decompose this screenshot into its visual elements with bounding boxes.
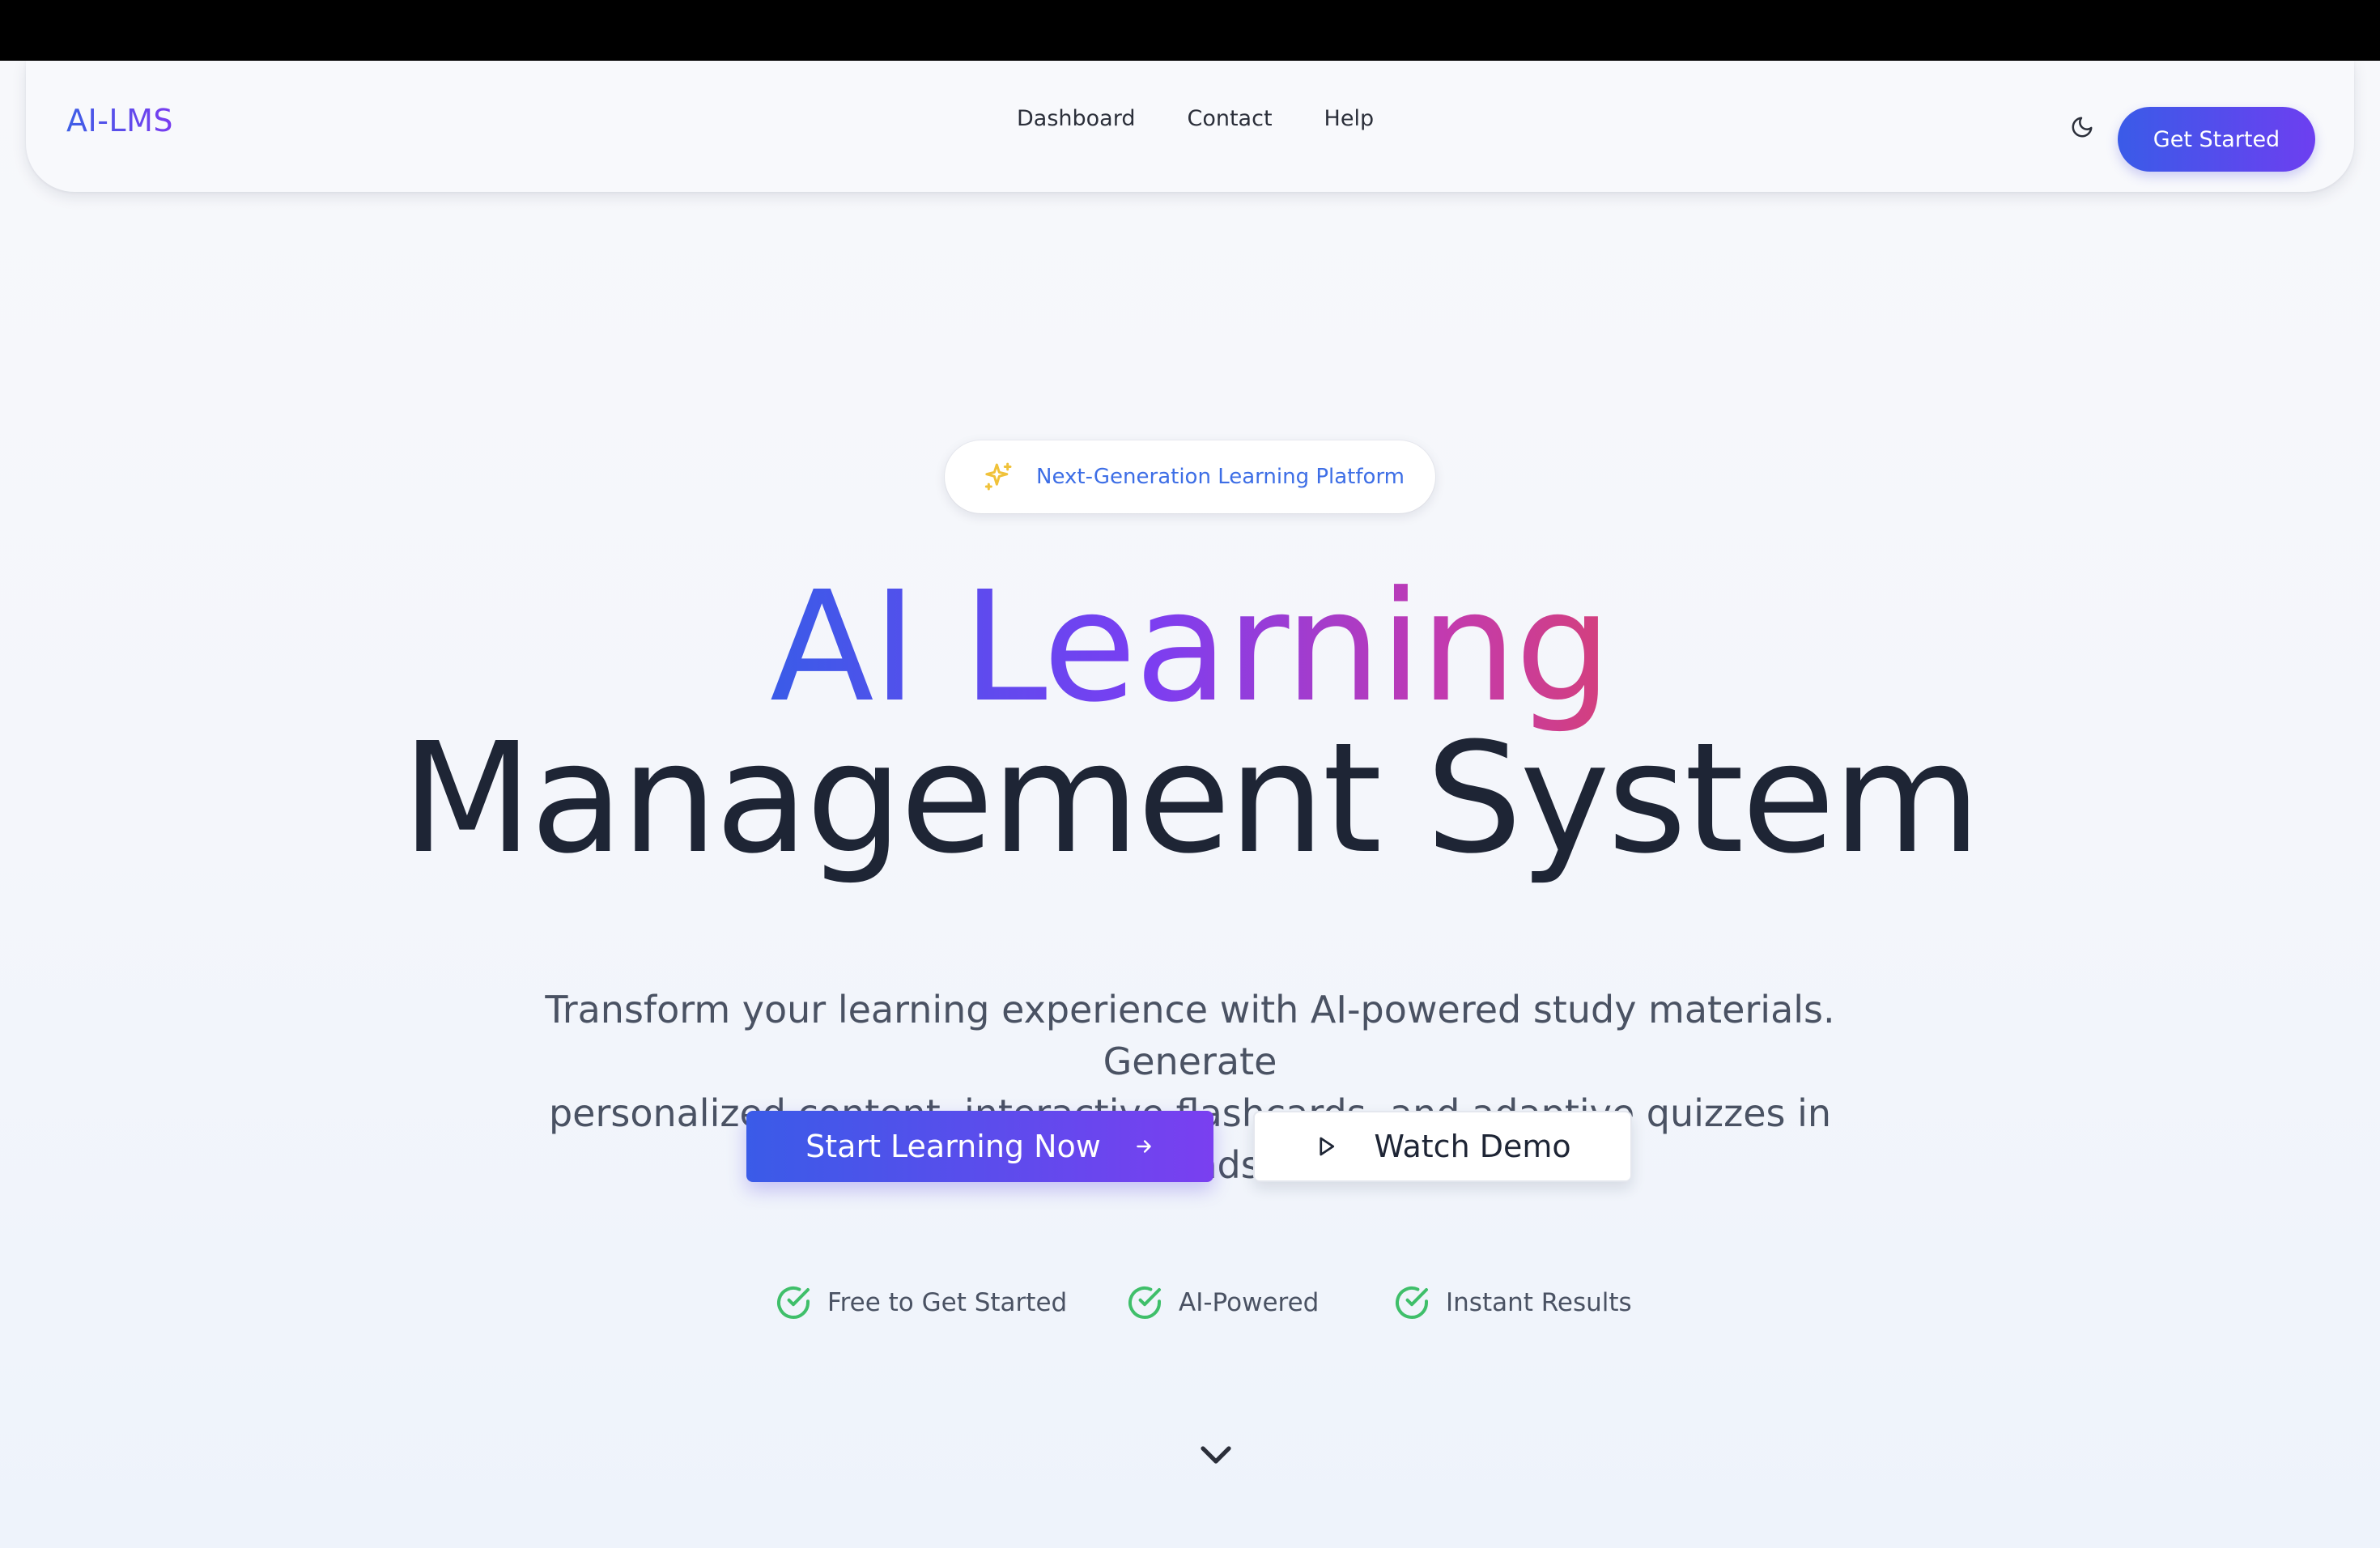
nav-link-dashboard[interactable]: Dashboard xyxy=(1017,106,1135,131)
feature-item-instant-results: Instant Results xyxy=(1392,1283,1632,1322)
nav-links: Dashboard Contact Help xyxy=(1017,106,1374,131)
check-circle-icon xyxy=(1396,1286,1428,1319)
nav-link-contact[interactable]: Contact xyxy=(1187,106,1272,131)
landing-page: AI-LMS Dashboard Contact Help Get Starte… xyxy=(0,61,2380,1548)
feature-label: Free to Get Started xyxy=(827,1288,1068,1317)
navbar: AI-LMS Dashboard Contact Help Get Starte… xyxy=(26,61,2354,192)
feature-item-free: Free to Get Started xyxy=(774,1283,1067,1322)
arrow-right-icon xyxy=(1137,1140,1151,1153)
theme-toggle-button[interactable] xyxy=(2056,101,2108,153)
check-circle-icon xyxy=(1128,1286,1161,1319)
hero-headline-gradient: AI Learning xyxy=(0,567,2380,729)
watch-demo-label: Watch Demo xyxy=(1374,1129,1571,1164)
get-started-button[interactable]: Get Started xyxy=(2118,107,2315,172)
feature-label: AI-Powered xyxy=(1179,1288,1320,1317)
nav-link-help[interactable]: Help xyxy=(1324,106,1375,131)
hero-badge: Next-Generation Learning Platform xyxy=(945,440,1435,513)
feature-item-ai-powered: AI-Powered xyxy=(1125,1283,1319,1322)
start-learning-label: Start Learning Now xyxy=(805,1129,1101,1164)
subtitle-line-1: Transform your learning experience with … xyxy=(545,988,1835,1083)
moon-icon xyxy=(2072,117,2093,138)
check-circle-icon xyxy=(777,1286,810,1319)
start-learning-button[interactable]: Start Learning Now xyxy=(746,1111,1213,1182)
sparkles-icon xyxy=(984,462,1012,491)
badge-text: Next-Generation Learning Platform xyxy=(1036,465,1405,489)
play-icon xyxy=(1320,1137,1335,1156)
hero-headline-plain: Management System xyxy=(401,710,1981,887)
browser-top-bar xyxy=(0,0,2380,61)
chevron-down-icon[interactable] xyxy=(1196,1439,1235,1471)
feature-list: Free to Get Started AI-Powered Instant R… xyxy=(0,1283,2380,1332)
logo[interactable]: AI-LMS xyxy=(66,103,173,138)
feature-label: Instant Results xyxy=(1446,1288,1632,1317)
watch-demo-button[interactable]: Watch Demo xyxy=(1253,1111,1632,1182)
